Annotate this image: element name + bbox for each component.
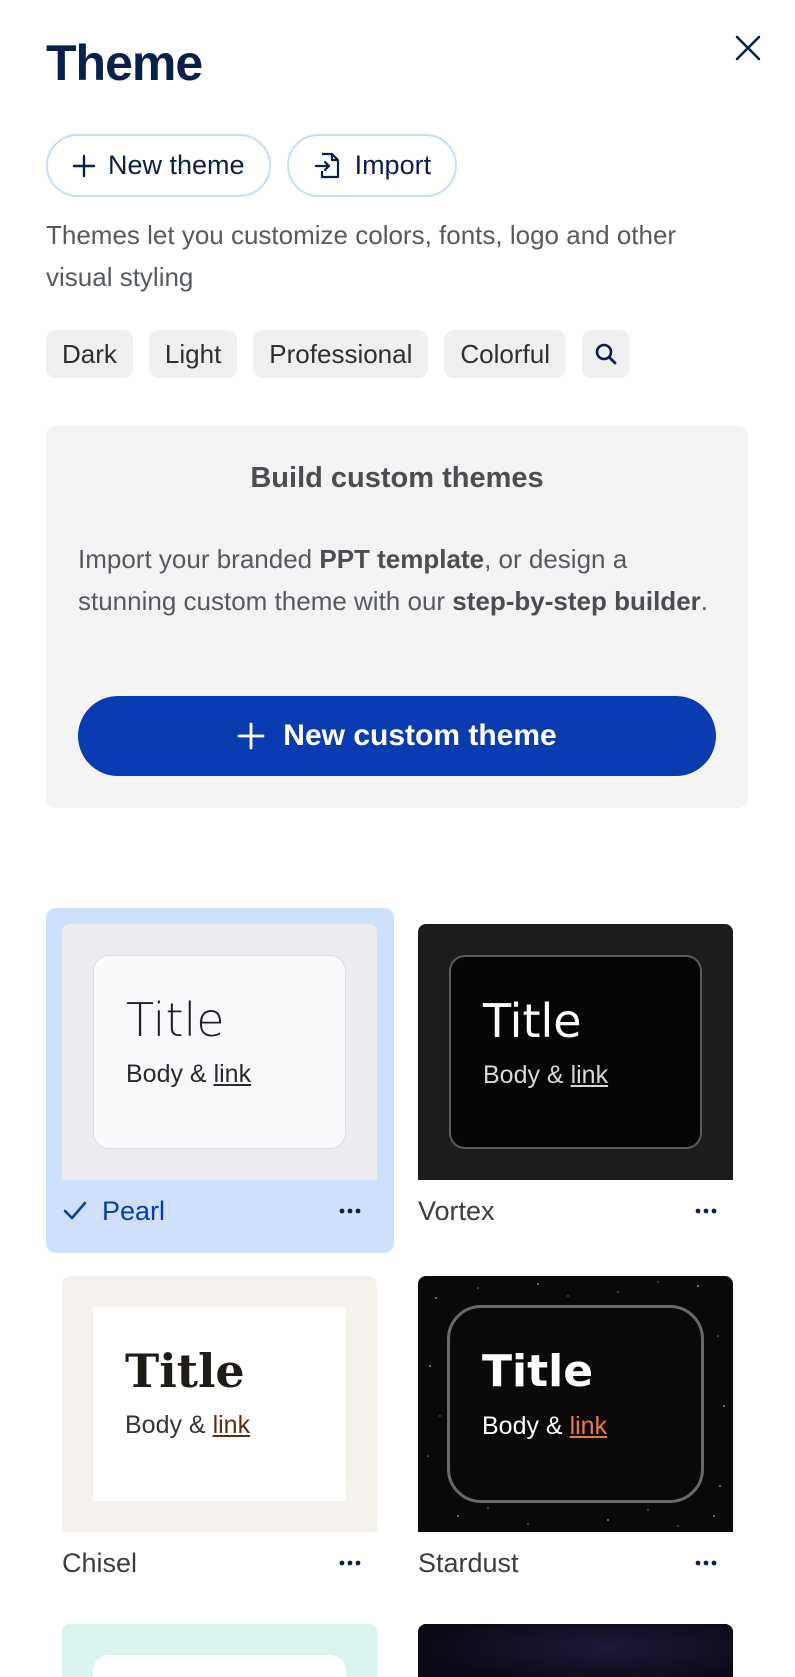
theme-preview-chisel: Title Body & link (62, 1276, 377, 1532)
theme-preview-pearl: Title Body & link (62, 924, 377, 1180)
theme-card-vortex[interactable]: Title Body & link Vortex (418, 924, 733, 1244)
promo-text: Import your branded PPT template, or des… (78, 544, 709, 616)
theme-card-partial-right[interactable] (418, 1624, 733, 1677)
more-icon (695, 1560, 717, 1566)
search-button[interactable] (581, 330, 630, 378)
more-icon (339, 1208, 361, 1214)
theme-name: Stardust (418, 1547, 519, 1578)
close-button[interactable] (728, 28, 768, 68)
more-options-button[interactable] (691, 1548, 721, 1578)
theme-card-chisel[interactable]: Title Body & link Chisel (62, 1276, 377, 1596)
close-icon (735, 35, 761, 61)
new-custom-theme-label: New custom theme (283, 719, 557, 752)
promo-title: Build custom themes (250, 462, 544, 494)
search-icon (595, 343, 617, 365)
new-custom-theme-button[interactable]: New custom theme (78, 696, 716, 776)
page-title: Theme (46, 35, 203, 91)
theme-description: Themes let you customize colors, fonts, … (46, 220, 677, 292)
theme-name: Pearl (102, 1195, 166, 1226)
theme-preview-inner (93, 1655, 346, 1677)
theme-card-stardust[interactable]: Title Body & link Stardust (418, 1276, 733, 1596)
theme-preview-glow (418, 1624, 733, 1677)
more-options-button[interactable] (335, 1548, 365, 1578)
filter-tags: Dark Light Professional Colorful (46, 330, 630, 378)
tag-colorful[interactable]: Colorful (444, 330, 566, 378)
tag-dark[interactable]: Dark (46, 330, 133, 378)
check-icon (63, 1201, 87, 1220)
theme-name: Chisel (62, 1547, 138, 1578)
new-theme-button[interactable]: New theme (46, 134, 271, 197)
theme-card-pearl[interactable]: Title Body & link Pearl (46, 908, 394, 1253)
theme-preview-vortex: Title Body & link (418, 924, 733, 1180)
tag-light[interactable]: Light (148, 330, 238, 378)
new-theme-label: New theme (108, 150, 245, 180)
custom-theme-promo: Build custom themes Import your branded … (46, 426, 748, 808)
import-label: Import (354, 150, 432, 180)
import-button[interactable]: Import (286, 134, 458, 197)
plus-icon (72, 154, 96, 177)
more-options-button[interactable] (691, 1196, 721, 1226)
more-icon (695, 1208, 717, 1214)
tag-professional[interactable]: Professional (253, 330, 429, 378)
theme-name: Vortex (418, 1195, 495, 1226)
more-icon (339, 1560, 361, 1566)
more-options-button[interactable] (335, 1196, 365, 1226)
theme-preview-stardust: Title Body & link (418, 1276, 733, 1532)
import-file-icon (314, 152, 339, 178)
plus-icon (237, 722, 265, 750)
theme-card-partial-left[interactable] (62, 1624, 377, 1677)
